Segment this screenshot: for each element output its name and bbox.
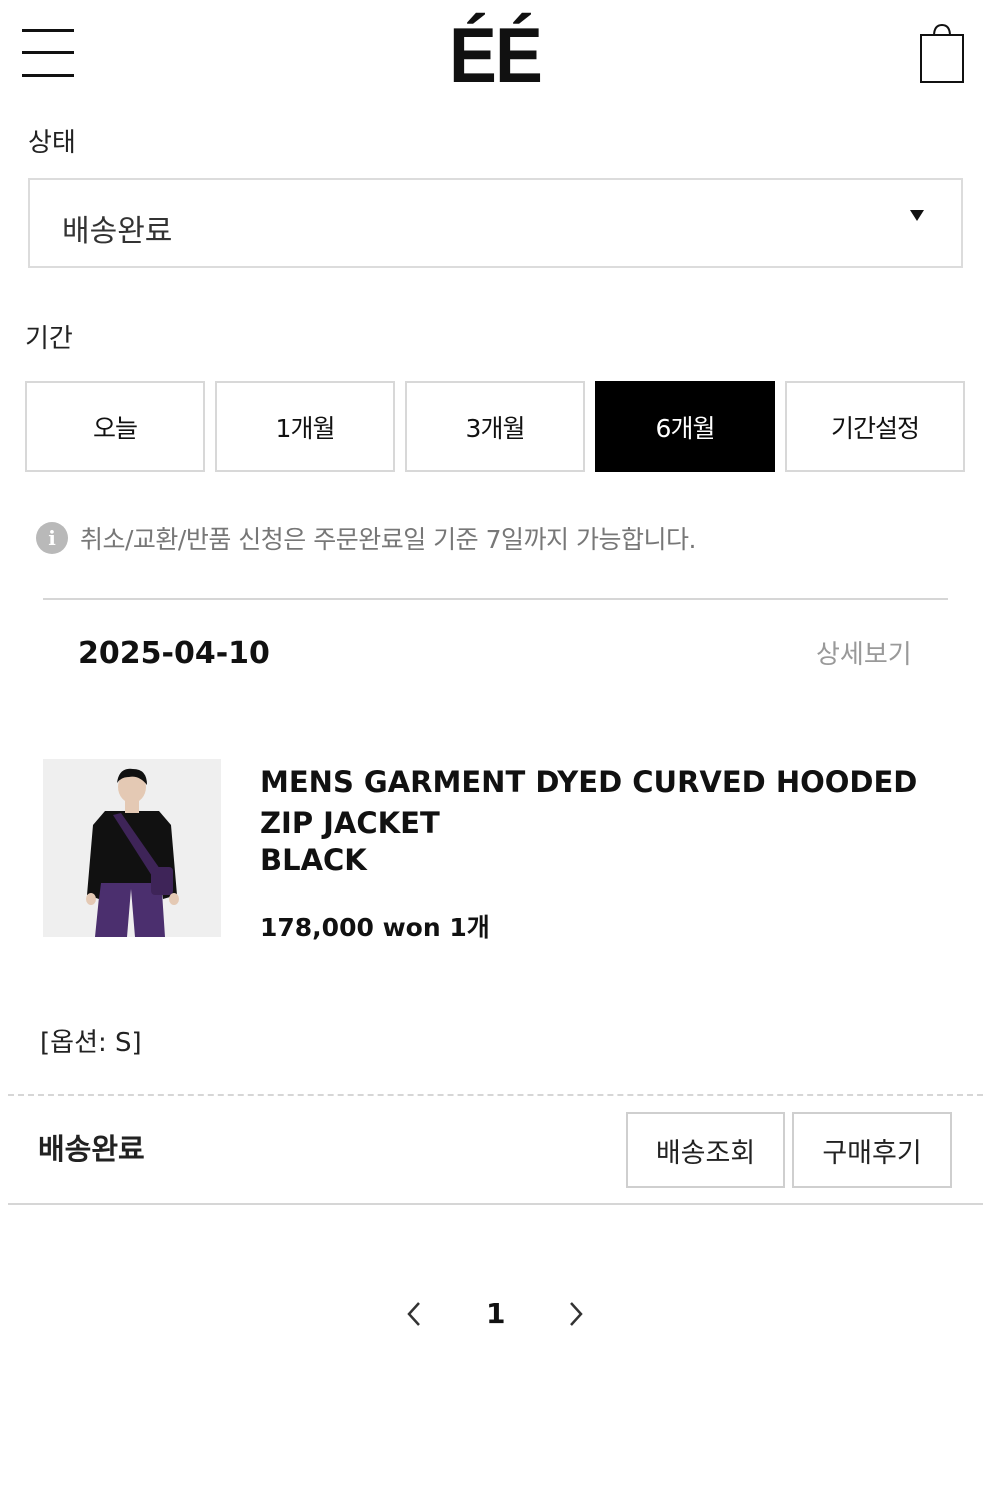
policy-notice: i 취소/교환/반품 신청은 주문완료일 기준 7일까지 가능합니다. (36, 520, 696, 556)
product-price: 178,000 won (260, 913, 441, 942)
period-button-1-month[interactable]: 1개월 (215, 381, 395, 472)
product-name[interactable]: MENS GARMENT DYED CURVED HOODED ZIP JACK… (260, 762, 940, 844)
divider (43, 598, 948, 600)
period-button-today[interactable]: 오늘 (25, 381, 205, 472)
period-button-3-months[interactable]: 3개월 (405, 381, 585, 472)
status-select[interactable]: 배송완료 (28, 178, 963, 268)
product-quantity: 1개 (449, 913, 490, 942)
order-detail-link[interactable]: 상세보기 (816, 634, 912, 671)
period-button-custom[interactable]: 기간설정 (785, 381, 965, 472)
order-status: 배송완료 (38, 1132, 145, 1166)
product-color: BLACK (260, 843, 367, 877)
info-icon: i (36, 522, 68, 554)
notice-text: 취소/교환/반품 신청은 주문완료일 기준 7일까지 가능합니다. (80, 525, 696, 554)
write-review-button[interactable]: 구매후기 (792, 1112, 952, 1188)
shopping-bag-icon[interactable] (918, 22, 966, 84)
product-image[interactable] (43, 759, 221, 937)
page-number-current[interactable]: 1 (486, 1297, 505, 1330)
order-date: 2025-04-10 (78, 636, 270, 671)
product-price-quantity: 178,000 won 1개 (260, 908, 490, 944)
product-option: [옵션: S] (40, 1028, 142, 1058)
site-header: ÉÉ (0, 0, 990, 110)
brand-logo[interactable]: ÉÉ (40, 10, 951, 100)
caret-down-icon (910, 210, 924, 221)
status-label: 상태 (28, 128, 76, 158)
period-label: 기간 (25, 324, 73, 354)
track-delivery-button[interactable]: 배송조회 (626, 1112, 785, 1188)
period-button-6-months[interactable]: 6개월 (595, 381, 775, 472)
status-select-value: 배송완료 (62, 214, 173, 249)
chevron-left-icon[interactable] (404, 1300, 424, 1328)
dashed-divider (8, 1094, 983, 1096)
divider (8, 1203, 983, 1205)
chevron-right-icon[interactable] (566, 1300, 586, 1328)
